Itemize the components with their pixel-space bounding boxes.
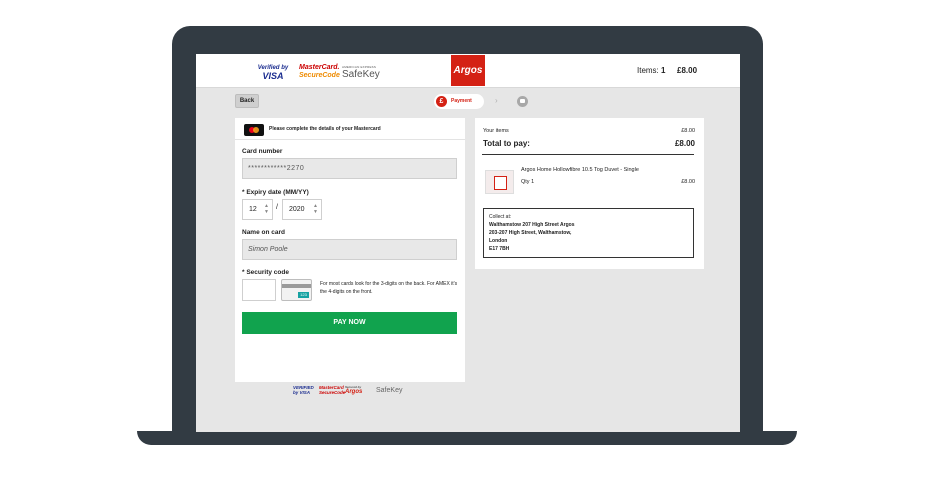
argos-logo[interactable]: Argos [451, 55, 485, 86]
store-address-line: E17 7BH [489, 246, 510, 252]
footer-security-logos: VERIFIED by VISA MasterCard SecureCode S… [293, 385, 418, 399]
card-back-icon: 123 [281, 279, 312, 301]
security-code-input[interactable] [242, 279, 276, 301]
header-total: £8.00 [677, 66, 698, 75]
order-summary-panel: Your items £8.00 Total to pay: £8.00 Arg… [475, 118, 704, 269]
stepper-arrows-icon: ▲ ▼ [264, 203, 269, 215]
browser-screen: Verified by VISA MasterCard. SecureCode … [196, 54, 740, 432]
header-bar: Verified by VISA MasterCard. SecureCode … [196, 54, 740, 88]
expiry-year-select[interactable]: 2020 ▲ ▼ [282, 199, 322, 220]
chevron-right-icon: › [495, 96, 498, 105]
items-label: Items: [637, 66, 659, 75]
security-code-label: * Security code [242, 269, 289, 276]
footer-argos-logo: Secured by Argos [345, 385, 363, 395]
store-address-line: 203-207 High Street, Walthamstow, [489, 230, 572, 236]
footer-mastercard-logo: MasterCard SecureCode [319, 385, 346, 395]
items-count: 1 [661, 66, 666, 75]
total-to-pay-value: £8.00 [674, 139, 695, 148]
store-address-line: Walthamstow 207 High Street Argos [489, 222, 575, 228]
product-qty: Qty 1 [521, 179, 535, 185]
back-button[interactable]: Back [235, 94, 259, 108]
total-to-pay-label: Total to pay: [483, 139, 530, 148]
cvv-digits: 123 [298, 292, 309, 298]
footer-safekey-logo: SafeKey [376, 387, 403, 394]
expiry-year-value: 2020 [289, 206, 305, 213]
security-code-help: For most cards look for the 3-digits on … [320, 281, 458, 295]
collect-at-label: Collect at: [489, 214, 512, 220]
verified-by-visa-logo: Verified by VISA [257, 65, 289, 81]
summary-divider [482, 154, 694, 155]
payment-form-panel: Please complete the details of your Mast… [235, 118, 465, 382]
mastercard-securecode-logo: MasterCard. SecureCode [299, 64, 340, 79]
expiry-month-select[interactable]: 12 ▲ ▼ [242, 199, 273, 220]
amex-safekey-logo: AMERICAN EXPRESS SafeKey [342, 65, 380, 80]
collection-store-box: Collect at: Walthamstow 207 High Street … [483, 208, 694, 258]
name-on-card-label: Name on card [242, 229, 285, 236]
name-on-card-field[interactable]: Simon Poole [242, 239, 457, 260]
mastercard-notice: Please complete the details of your Mast… [235, 118, 465, 140]
chat-bubble-icon [517, 96, 528, 107]
card-number-label: Card number [242, 148, 283, 155]
your-items-label: Your items [483, 128, 509, 134]
payment-instruction: Please complete the details of your Mast… [269, 126, 381, 132]
pay-now-button[interactable]: PAY NOW [242, 312, 457, 334]
product-name[interactable]: Argos Home Hollowfibre 10.5 Tog Duvet - … [521, 167, 639, 173]
expiry-month-value: 12 [249, 206, 257, 213]
expiry-date-label: * Expiry date (MM/YY) [242, 189, 309, 196]
pound-icon: £ [436, 96, 447, 107]
stepper-arrows-icon: ▲ ▼ [313, 203, 318, 215]
step-payment-label: Payment [451, 98, 472, 104]
your-items-value: £8.00 [681, 128, 695, 134]
expiry-separator: / [276, 204, 278, 211]
mastercard-icon [244, 124, 264, 136]
product-price: £8.00 [681, 179, 695, 185]
store-address-line: London [489, 238, 508, 244]
laptop-base [137, 431, 797, 445]
basket-items-count: Items: 1 [637, 66, 665, 75]
footer-verified-logo: VERIFIED by VISA [293, 385, 314, 395]
step-payment: £ Payment [434, 94, 484, 109]
product-thumbnail [485, 170, 514, 194]
card-number-field[interactable]: ************2270 [242, 158, 457, 179]
